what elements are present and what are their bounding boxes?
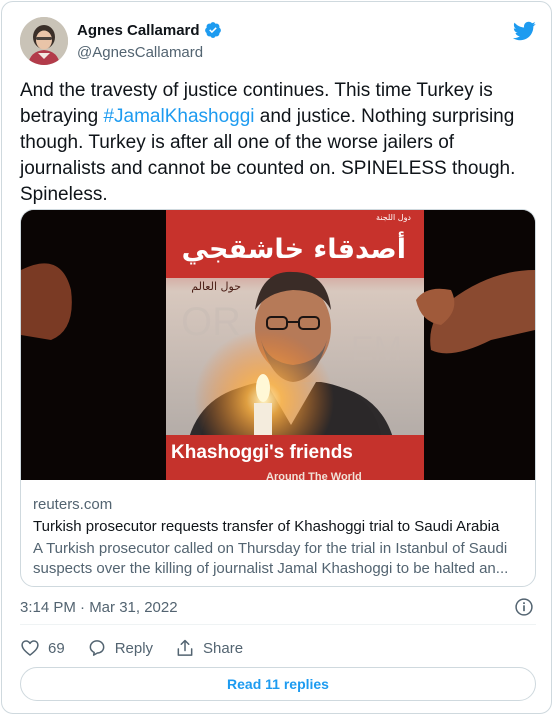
share-icon — [177, 639, 193, 656]
divider — [20, 624, 536, 625]
reply-label: Reply — [114, 639, 154, 657]
tweet-text: And the travesty of justice continues. T… — [20, 78, 535, 208]
poster-arabic-sub: حول العالم — [191, 280, 241, 293]
svg-text:OR: OR — [181, 300, 241, 344]
poster-photo: دول اللجنة أصدقاء خاشقجي حول العالم OR E… — [21, 210, 535, 480]
like-button[interactable]: 69 — [20, 638, 65, 658]
poster-arabic-title: أصدقاء خاشقجي — [182, 231, 406, 265]
reply-icon — [89, 640, 105, 656]
twitter-bird-icon[interactable] — [512, 19, 536, 43]
link-card-meta: reuters.com Turkish prosecutor requests … — [33, 495, 527, 579]
tweet-embed-card: Agnes Callamard @AgnesCallamard And the … — [1, 1, 552, 714]
link-description-line1: A Turkish prosecutor called on Thursday … — [33, 540, 508, 557]
poster-arabic-top: دول اللجنة — [376, 213, 411, 222]
avatar[interactable] — [20, 17, 68, 65]
link-domain: reuters.com — [33, 496, 113, 513]
link-title[interactable]: Turkish prosecutor requests transfer of … — [33, 516, 527, 538]
share-button[interactable]: Share — [175, 638, 243, 658]
heart-icon — [21, 640, 39, 656]
info-icon[interactable] — [514, 597, 534, 617]
verified-badge-icon — [204, 22, 221, 38]
svg-text:EM: EM — [351, 330, 402, 368]
poster-english-sub: Around The World — [266, 471, 362, 480]
link-description: A Turkish prosecutor called on Thursday … — [33, 539, 527, 579]
author-name[interactable]: Agnes Callamard — [77, 22, 200, 39]
link-preview-image: دول اللجنة أصدقاء خاشقجي حول العالم OR E… — [21, 210, 535, 480]
avatar-image — [20, 17, 68, 65]
hashtag-link[interactable]: #JamalKhashoggi — [103, 106, 254, 127]
action-bar: 69 Reply Share — [20, 638, 265, 658]
like-count: 69 — [48, 639, 65, 657]
link-preview-card[interactable]: دول اللجنة أصدقاء خاشقجي حول العالم OR E… — [20, 209, 536, 587]
reply-button[interactable]: Reply — [87, 638, 153, 658]
poster-english-title: Khashoggi's friends — [171, 442, 353, 463]
timestamp[interactable]: 3:14 PM · Mar 31, 2022 — [20, 599, 178, 616]
read-replies-button[interactable]: Read 11 replies — [20, 667, 536, 701]
author-handle[interactable]: @AgnesCallamard — [77, 44, 203, 61]
author-name-row: Agnes Callamard — [77, 21, 222, 39]
link-description-line2: suspects over the killing of journalist … — [33, 560, 509, 577]
share-label: Share — [203, 639, 244, 657]
